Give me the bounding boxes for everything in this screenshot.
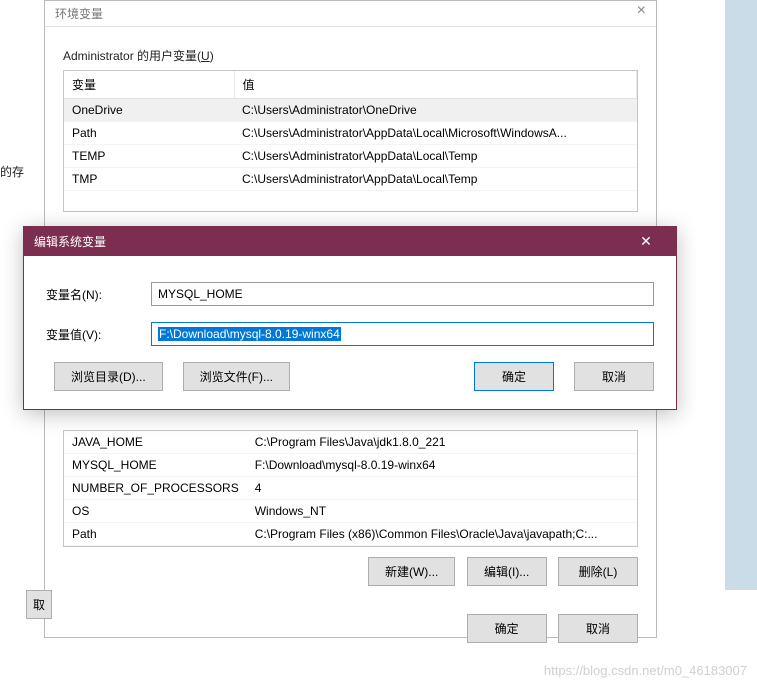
edit-system-var-dialog: 编辑系统变量 ✕ 变量名(N): MYSQL_HOME 变量值(V): F:\D… bbox=[23, 226, 677, 410]
dialog-buttons: 确定 取消 bbox=[63, 614, 638, 643]
edit-dialog-titlebar: 编辑系统变量 ✕ bbox=[24, 227, 676, 256]
table-row[interactable]: PathC:\Program Files (x86)\Common Files\… bbox=[64, 523, 637, 546]
truncated-label: 的存 bbox=[0, 163, 24, 180]
watermark: https://blog.csdn.net/m0_46183007 bbox=[544, 663, 747, 678]
delete-button[interactable]: 删除(L) bbox=[558, 557, 638, 586]
table-row[interactable]: TMPC:\Users\Administrator\AppData\Local\… bbox=[64, 168, 637, 191]
user-vars-label: Administrator 的用户变量(U) bbox=[63, 47, 638, 64]
edit-dialog-title: 编辑系统变量 bbox=[34, 233, 106, 250]
ok-button[interactable]: 确定 bbox=[467, 614, 547, 643]
new-button[interactable]: 新建(W)... bbox=[368, 557, 455, 586]
env-vars-title: 环境变量 bbox=[55, 5, 103, 22]
table-row[interactable]: OSWindows_NT bbox=[64, 500, 637, 523]
table-row[interactable]: OneDriveC:\Users\Administrator\OneDrive bbox=[64, 99, 637, 122]
var-value-label: 变量值(V): bbox=[46, 326, 151, 343]
close-icon[interactable]: × bbox=[637, 5, 646, 22]
browse-file-button[interactable]: 浏览文件(F)... bbox=[183, 362, 290, 391]
cancel-button[interactable]: 取消 bbox=[558, 614, 638, 643]
cancel-button[interactable]: 取消 bbox=[574, 362, 654, 391]
user-vars-table[interactable]: 变量 值 OneDriveC:\Users\Administrator\OneD… bbox=[63, 70, 638, 212]
var-value-input[interactable]: F:\Download\mysql-8.0.19-winx64 bbox=[151, 322, 654, 346]
table-row[interactable]: JAVA_HOMEC:\Program Files\Java\jdk1.8.0_… bbox=[64, 431, 637, 454]
sys-vars-buttons: 新建(W)... 编辑(I)... 删除(L) bbox=[63, 557, 638, 586]
table-row[interactable]: NUMBER_OF_PROCESSORS4 bbox=[64, 477, 637, 500]
table-row[interactable]: MYSQL_HOMEF:\Download\mysql-8.0.19-winx6… bbox=[64, 454, 637, 477]
system-vars-table[interactable]: JAVA_HOMEC:\Program Files\Java\jdk1.8.0_… bbox=[63, 430, 638, 547]
env-vars-titlebar: 环境变量 × bbox=[45, 1, 656, 27]
col-header-variable[interactable]: 变量 bbox=[64, 71, 234, 99]
browse-dir-button[interactable]: 浏览目录(D)... bbox=[54, 362, 163, 391]
var-name-label: 变量名(N): bbox=[46, 286, 151, 303]
truncated-button[interactable]: 取 bbox=[26, 590, 52, 619]
table-row[interactable]: PathC:\Users\Administrator\AppData\Local… bbox=[64, 122, 637, 145]
table-row[interactable]: TEMPC:\Users\Administrator\AppData\Local… bbox=[64, 145, 637, 168]
var-name-input[interactable]: MYSQL_HOME bbox=[151, 282, 654, 306]
edit-button[interactable]: 编辑(I)... bbox=[467, 557, 547, 586]
col-header-value[interactable]: 值 bbox=[234, 71, 637, 99]
close-icon[interactable]: ✕ bbox=[626, 233, 666, 250]
ok-button[interactable]: 确定 bbox=[474, 362, 554, 391]
